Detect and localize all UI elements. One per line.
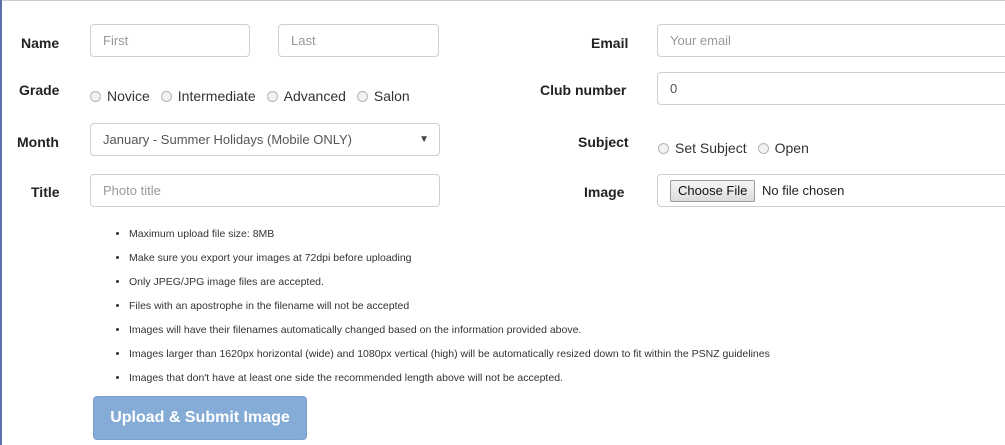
note-item: Make sure you export your images at 72dp… xyxy=(129,249,770,273)
month-label: Month xyxy=(17,134,59,150)
subject-label: Subject xyxy=(578,134,629,150)
note-item: Images will have their filenames automat… xyxy=(129,321,770,345)
grade-label: Grade xyxy=(19,82,60,98)
grade-novice-label: Novice xyxy=(107,88,150,104)
subject-set-radio[interactable] xyxy=(658,142,669,154)
email-label: Email xyxy=(591,35,629,51)
note-item: Files with an apostrophe in the filename… xyxy=(129,297,770,321)
month-select[interactable]: January - Summer Holidays (Mobile ONLY) … xyxy=(90,123,440,156)
grade-radio-group: Novice Intermediate Advanced Salon xyxy=(90,88,421,104)
image-label: Image xyxy=(584,184,625,200)
upload-submit-button[interactable]: Upload & Submit Image xyxy=(93,396,307,440)
note-item: Images larger than 1620px horizontal (wi… xyxy=(129,345,770,369)
email-input[interactable]: Your email xyxy=(657,24,1005,57)
grade-advanced-label: Advanced xyxy=(283,88,346,104)
name-label: Name xyxy=(21,35,60,51)
grade-salon-radio[interactable] xyxy=(356,90,368,102)
grade-intermediate-radio[interactable] xyxy=(160,90,172,102)
month-selected-value: January - Summer Holidays (Mobile ONLY) xyxy=(103,132,352,147)
grade-salon-label: Salon xyxy=(373,88,410,104)
subject-set-label: Set Subject xyxy=(675,140,747,156)
note-item: Images that don't have at least one side… xyxy=(129,369,770,393)
subject-open-label: Open xyxy=(774,140,809,156)
subject-radio-group: Set Subject Open xyxy=(658,140,820,156)
frame-left-border xyxy=(0,0,2,445)
subject-open-radio[interactable] xyxy=(757,142,769,154)
note-item: Maximum upload file size: 8MB xyxy=(129,225,770,249)
frame-top-border xyxy=(0,0,1005,1)
club-number-label: Club number xyxy=(540,82,627,98)
grade-novice-radio[interactable] xyxy=(90,90,101,102)
choose-file-button[interactable]: Choose File xyxy=(670,180,756,202)
photo-title-input[interactable]: Photo title xyxy=(90,174,440,207)
first-name-input[interactable]: First xyxy=(90,24,250,57)
last-name-input[interactable]: Last xyxy=(278,24,439,57)
grade-advanced-radio[interactable] xyxy=(266,90,278,102)
title-label: Title xyxy=(31,184,60,200)
file-status-text: No file chosen xyxy=(762,183,845,198)
grade-intermediate-label: Intermediate xyxy=(177,88,256,104)
chevron-down-icon: ▼ xyxy=(419,134,429,145)
note-item: Only JPEG/JPG image files are accepted. xyxy=(129,273,770,297)
upload-notes-list: Maximum upload file size: 8MB Make sure … xyxy=(113,225,770,393)
club-number-input[interactable]: 0 xyxy=(657,72,1005,105)
